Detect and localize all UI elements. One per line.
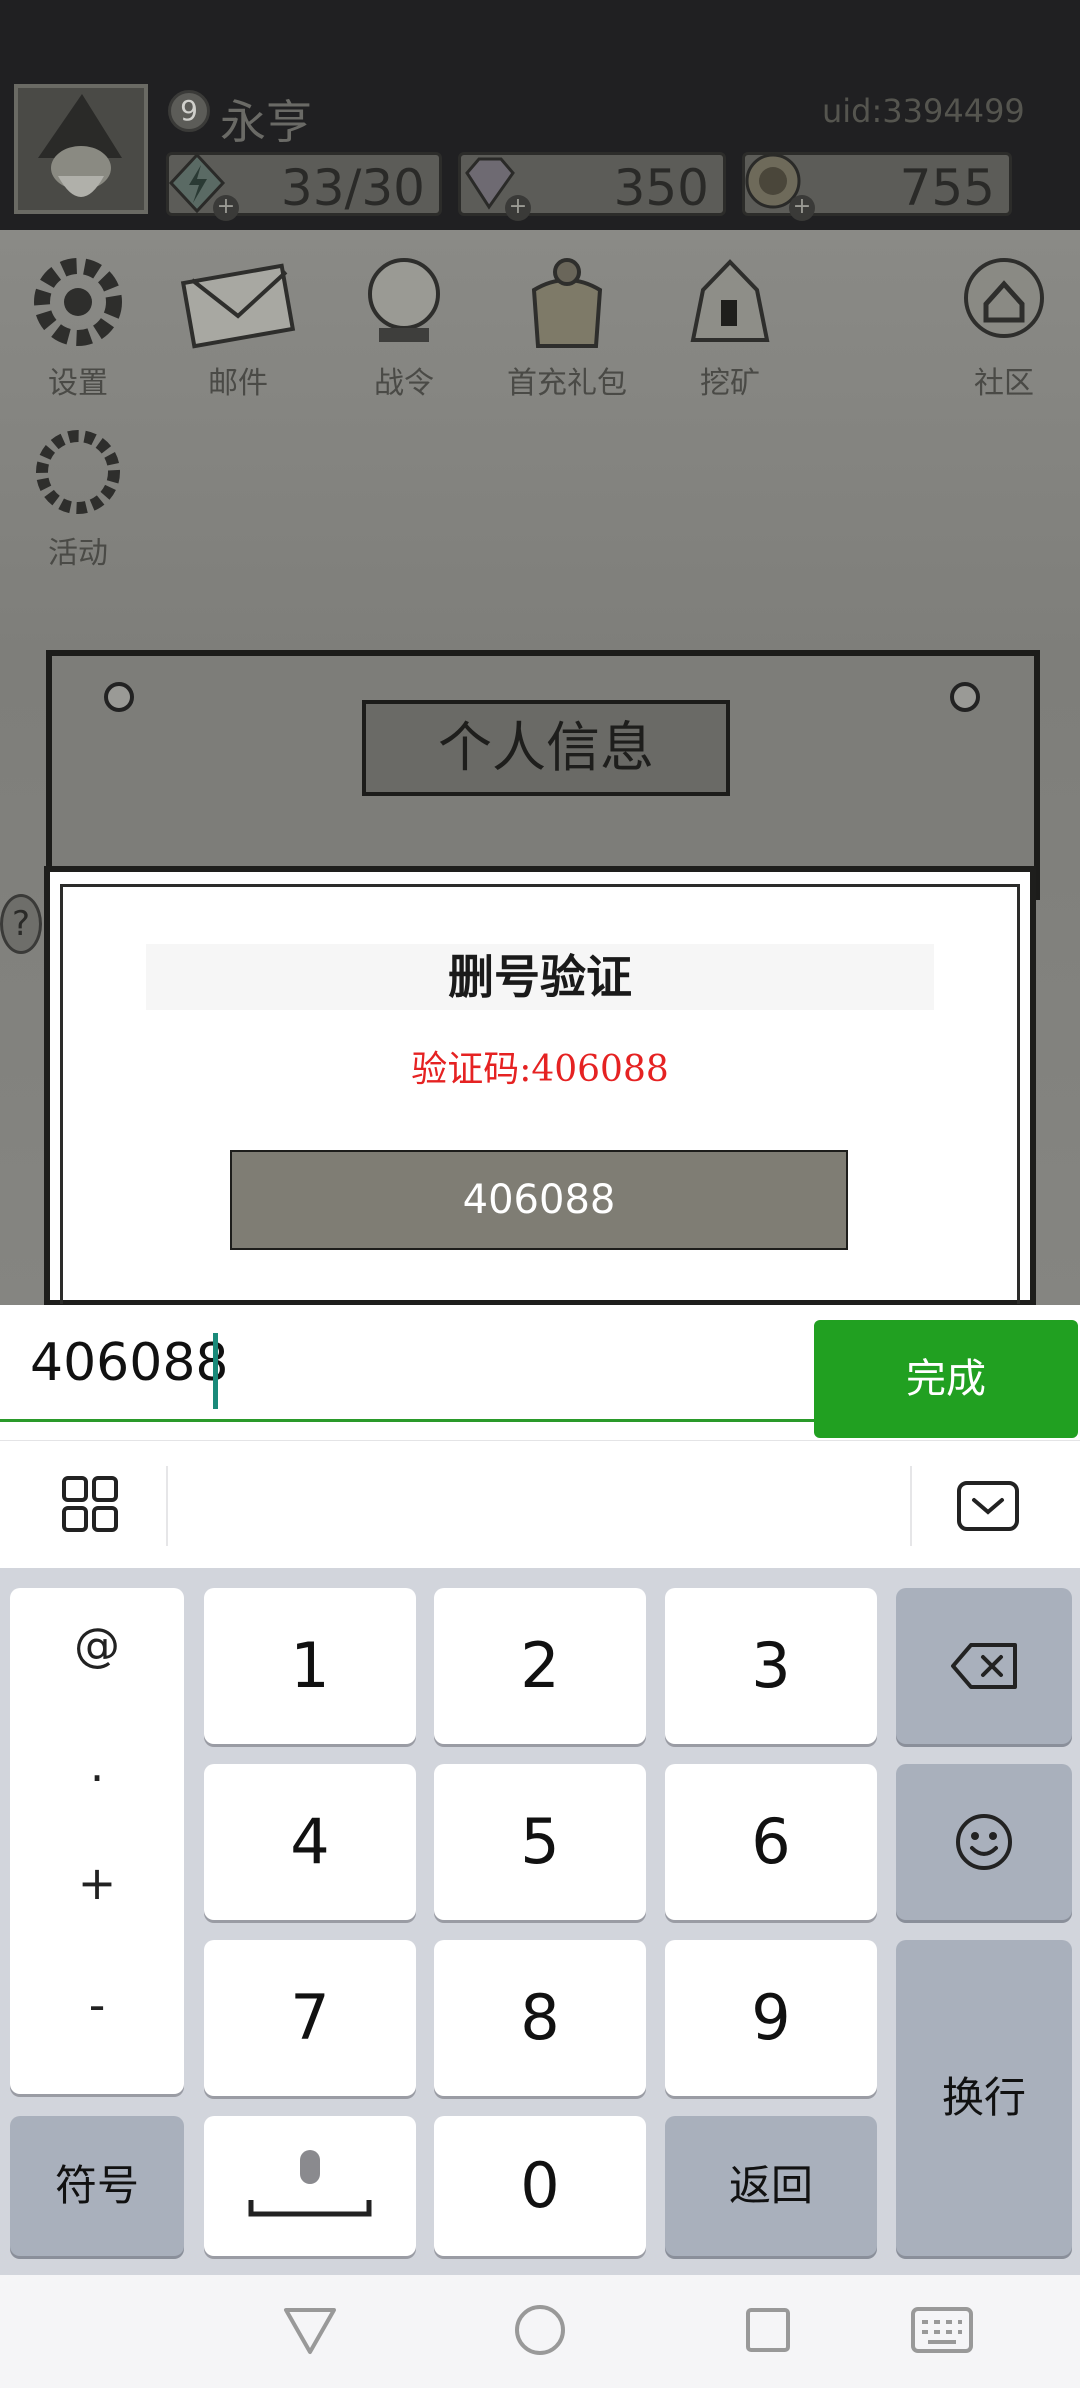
laurel-wreath-icon	[36, 430, 120, 514]
apps-grid-icon[interactable]	[60, 1474, 120, 1534]
crystal-ball-icon	[368, 258, 440, 342]
key-2[interactable]: 2	[434, 1588, 646, 1744]
nav-home-icon[interactable]	[512, 2302, 568, 2358]
nail-left	[104, 682, 134, 712]
energy-value: 33/30	[280, 159, 425, 217]
energy-counter[interactable]: + 33/30	[166, 152, 442, 221]
nav-battle-pass-label: 战令	[374, 366, 434, 401]
gem-value: 350	[613, 159, 709, 217]
key-4[interactable]: 4	[204, 1764, 416, 1920]
player-uid: uid:3394499	[822, 92, 1025, 130]
dialog-title: 删号验证	[448, 950, 632, 1004]
back-key[interactable]: 返回	[665, 2116, 877, 2256]
voice-space-key[interactable]	[204, 2116, 416, 2256]
nav-mining-label: 挖矿	[700, 366, 760, 401]
nav-battle-pass[interactable]: 战令	[334, 250, 474, 401]
input-underline	[0, 1419, 816, 1422]
emoji-icon	[956, 1814, 1012, 1870]
coin-value: 755	[899, 159, 995, 217]
nav-mail-label: 邮件	[208, 366, 268, 401]
game-screen: 9 永亨 uid:3394499 + 33/30 + 350 + 755 设置 …	[0, 0, 1080, 1305]
key-3[interactable]: 3	[665, 1588, 877, 1744]
symbol-dot[interactable]: .	[10, 1738, 184, 1792]
envelope-icon	[180, 263, 296, 349]
keyboard-hide-icon[interactable]	[956, 1480, 1020, 1532]
nav-keyboard-icon[interactable]	[910, 2306, 974, 2354]
add-gem-icon[interactable]: +	[505, 195, 531, 221]
enter-key[interactable]: 换行	[896, 1940, 1072, 2256]
player-name: 永亨	[220, 95, 312, 149]
key-9[interactable]: 9	[665, 1940, 877, 2096]
home-bubble-icon	[964, 258, 1044, 338]
done-button[interactable]: 完成	[814, 1320, 1078, 1438]
keyboard-toolbar	[0, 1440, 1080, 1569]
toolbar-divider-left	[166, 1466, 168, 1546]
nav-settings[interactable]: 设置	[8, 250, 148, 401]
microphone-icon	[248, 2150, 372, 2217]
toolbar-divider-right	[910, 1466, 912, 1546]
gift-bag-icon	[531, 258, 603, 348]
add-coin-icon[interactable]: +	[789, 195, 815, 221]
ore-rock-icon	[690, 259, 770, 342]
verification-code-input[interactable]: 406088	[230, 1150, 848, 1250]
player-avatar[interactable]	[14, 84, 148, 214]
nav-settings-label: 设置	[48, 366, 108, 401]
help-button[interactable]: ?	[0, 894, 42, 954]
emoji-key[interactable]	[896, 1764, 1072, 1920]
nav-first-recharge-label: 首充礼包	[507, 366, 627, 401]
text-caret	[213, 1333, 218, 1409]
gear-icon	[34, 258, 122, 346]
key-5[interactable]: 5	[434, 1764, 646, 1920]
key-0[interactable]: 0	[434, 2116, 646, 2256]
symbol-column-key[interactable]: @ . + -	[10, 1588, 184, 2094]
panel-title: 个人信息	[362, 700, 730, 796]
symbol-plus[interactable]: +	[10, 1856, 184, 1910]
nav-community[interactable]: 社区	[934, 250, 1074, 401]
key-1[interactable]: 1	[204, 1588, 416, 1744]
symbol-at[interactable]: @	[10, 1618, 184, 1672]
backspace-icon	[951, 1643, 1017, 1689]
nav-events-label: 活动	[48, 536, 108, 571]
wizard-portrait-icon	[38, 94, 122, 197]
add-energy-icon[interactable]: +	[213, 195, 239, 221]
input-field-text[interactable]: 406088	[30, 1333, 229, 1393]
nav-back-icon[interactable]	[280, 2302, 340, 2358]
gem-counter[interactable]: + 350	[458, 152, 726, 221]
key-7[interactable]: 7	[204, 1940, 416, 2096]
nav-community-label: 社区	[974, 366, 1034, 401]
verification-code-text: 验证码:406088	[411, 1049, 669, 1090]
player-level-badge: 9	[168, 90, 210, 132]
nav-events[interactable]: 活动	[8, 420, 148, 571]
backspace-key[interactable]	[896, 1588, 1072, 1744]
nav-first-recharge[interactable]: 首充礼包	[492, 250, 642, 401]
nav-mining[interactable]: 挖矿	[660, 250, 800, 401]
key-8[interactable]: 8	[434, 1940, 646, 2096]
symbol-minus[interactable]: -	[10, 1978, 184, 2032]
symbols-key[interactable]: 符号	[10, 2116, 184, 2256]
nav-recents-icon[interactable]	[744, 2306, 792, 2354]
coin-counter[interactable]: + 755	[742, 152, 1012, 221]
key-6[interactable]: 6	[665, 1764, 877, 1920]
nail-right	[950, 682, 980, 712]
nav-mail[interactable]: 邮件	[168, 250, 308, 401]
